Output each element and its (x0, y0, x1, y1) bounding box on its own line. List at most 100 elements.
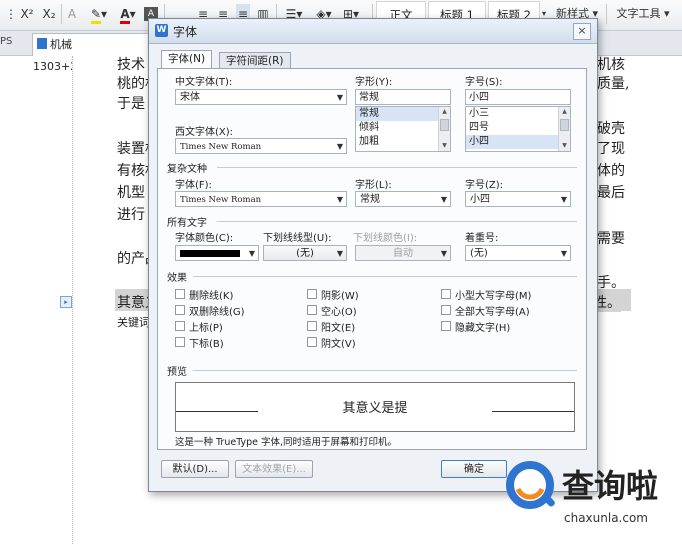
document-tab[interactable]: 机械1303+2013010 (32, 33, 154, 73)
subscript-button[interactable]: X₂ (40, 4, 58, 24)
complex-style-select[interactable]: 常规 ▼ (355, 191, 451, 207)
strikethrough-checkbox[interactable] (175, 289, 185, 299)
default-button[interactable]: 默认(D)... (161, 460, 229, 478)
scroll-down-icon[interactable]: ▼ (560, 142, 569, 150)
all-caps-label: 全部大写字母(A) (455, 307, 530, 318)
ok-button[interactable]: 确定 (441, 460, 507, 478)
section-divider (193, 370, 577, 371)
style-list[interactable]: 常规 倾斜 加粗 ▲ ▼ (355, 106, 451, 152)
superscript-label: 上标(P) (189, 323, 223, 334)
underline-color-select[interactable]: 自动 ▼ (355, 245, 451, 261)
emphasis-label: 着重号: (465, 233, 499, 244)
all-caps-checkbox[interactable] (441, 305, 451, 315)
text-effect-button[interactable]: A (64, 4, 80, 24)
chevron-down-icon: ▼ (336, 93, 343, 102)
chinese-font-select[interactable]: 宋体 ▼ (175, 89, 347, 105)
scrollbar[interactable]: ▲ ▼ (438, 107, 450, 151)
western-font-value: Times New Roman (180, 142, 262, 152)
underline-type-select[interactable]: (无) ▼ (263, 245, 347, 261)
strikethrough-label: 删除线(K) (189, 291, 234, 302)
complex-size-value: 小四 (470, 194, 490, 205)
list-item[interactable]: 常规 (356, 107, 450, 121)
superscript-button[interactable]: X² (18, 4, 36, 24)
superscript-checkbox[interactable] (175, 321, 185, 331)
size-list[interactable]: 小三 四号 小四 ▲ ▼ (465, 106, 571, 152)
effects-section-title: 效果 (167, 273, 187, 284)
chevron-down-icon: ▼ (248, 249, 255, 258)
complex-style-label: 字形(L): (355, 180, 392, 191)
doc-line: 需要 (597, 231, 625, 247)
text-effect-button[interactable]: 文本效果(E)... (235, 460, 313, 478)
scroll-up-icon[interactable]: ▲ (560, 108, 569, 116)
chevron-down-icon: ▼ (440, 249, 447, 258)
size-label: 字号(S): (465, 77, 503, 88)
shadow-label: 阴影(W) (321, 291, 359, 302)
emboss-checkbox[interactable] (307, 321, 317, 331)
tab-font[interactable]: 字体(N) (161, 50, 213, 69)
tab-char-spacing[interactable]: 字符间距(R) (219, 52, 291, 69)
underline-type-value: (无) (296, 248, 314, 259)
list-item[interactable]: 小三 (466, 107, 570, 121)
list-item[interactable]: 四号 (466, 121, 570, 135)
doc-line: 破壳 (597, 121, 625, 137)
doc-line: 了现 (597, 141, 625, 157)
list-item[interactable]: 加粗 (356, 135, 450, 149)
hidden-text-checkbox[interactable] (441, 321, 451, 331)
font-color-button[interactable]: A▾ (116, 4, 140, 24)
complex-size-select[interactable]: 小四 ▼ (465, 191, 571, 207)
scroll-up-icon[interactable]: ▲ (440, 108, 449, 116)
magnifier-logo-icon (506, 461, 555, 509)
preview-rule (492, 411, 574, 412)
paragraph-marker-icon[interactable]: ▸ (60, 296, 72, 308)
doc-line: 体的 (597, 163, 625, 179)
doc-line: 质量, (597, 76, 630, 92)
tab-fragment[interactable]: PS (0, 36, 12, 47)
text-tool-button[interactable]: 文字工具 ▾ (610, 4, 676, 24)
subscript-label: 下标(B) (189, 339, 224, 350)
doc-line: 机型 (117, 185, 145, 201)
outline-checkbox[interactable] (307, 305, 317, 315)
complex-style-value: 常规 (360, 194, 380, 205)
scroll-thumb[interactable] (440, 119, 449, 131)
preview-note: 这是一种 TrueType 字体,同时适用于屏幕和打印机。 (175, 437, 398, 448)
complex-section-title: 复杂文种 (167, 164, 207, 175)
doc-icon (37, 38, 47, 49)
complex-font-label: 字体(F): (175, 180, 212, 191)
western-font-select[interactable]: Times New Roman ▼ (175, 138, 347, 154)
highlight-button[interactable]: ✎▾ (88, 4, 110, 24)
doc-line: 技术 (117, 57, 145, 73)
emphasis-select[interactable]: (无) ▼ (465, 245, 571, 261)
subscript-checkbox[interactable] (175, 337, 185, 347)
chevron-down-icon: ▼ (560, 195, 567, 204)
small-caps-checkbox[interactable] (441, 289, 451, 299)
font-color-select[interactable]: ▼ (175, 245, 259, 261)
western-font-label: 西文字体(X): (175, 127, 234, 138)
format-painter-icon[interactable]: ⋮ (4, 4, 18, 24)
double-strikethrough-checkbox[interactable] (175, 305, 185, 315)
chevron-down-icon: ▼ (560, 249, 567, 258)
style-input[interactable]: 常规 (355, 89, 451, 105)
chinese-font-label: 中文字体(T): (175, 77, 233, 88)
section-divider (217, 167, 577, 168)
scroll-down-icon[interactable]: ▼ (440, 142, 449, 150)
chevron-down-icon: ▼ (440, 195, 447, 204)
engrave-checkbox[interactable] (307, 337, 317, 347)
list-item[interactable]: 倾斜 (356, 121, 450, 135)
shadow-checkbox[interactable] (307, 289, 317, 299)
list-item[interactable]: 小四 (466, 135, 570, 149)
small-caps-label: 小型大写字母(M) (455, 291, 532, 302)
scrollbar[interactable]: ▲ ▼ (558, 107, 570, 151)
text-tool-label: 文字工具 (616, 7, 661, 20)
complex-font-select[interactable]: Times New Roman ▼ (175, 191, 347, 207)
doc-line: 于是 (117, 96, 145, 112)
size-input[interactable]: 小四 (465, 89, 571, 105)
toolbar-divider (61, 4, 62, 24)
font-dialog: W 字体 × 字体(N) 字符间距(R) 中文字体(T): 宋体 ▼ 字形(Y):… (148, 18, 598, 492)
close-button[interactable]: × (573, 23, 591, 40)
color-swatch (180, 250, 240, 257)
all-text-section-title: 所有文字 (167, 218, 207, 229)
dialog-titlebar[interactable]: W 字体 × (149, 19, 597, 44)
preview-text: 其意义是提 (342, 401, 408, 416)
scroll-thumb[interactable] (560, 119, 569, 131)
underline-color-value: 自动 (393, 248, 413, 259)
